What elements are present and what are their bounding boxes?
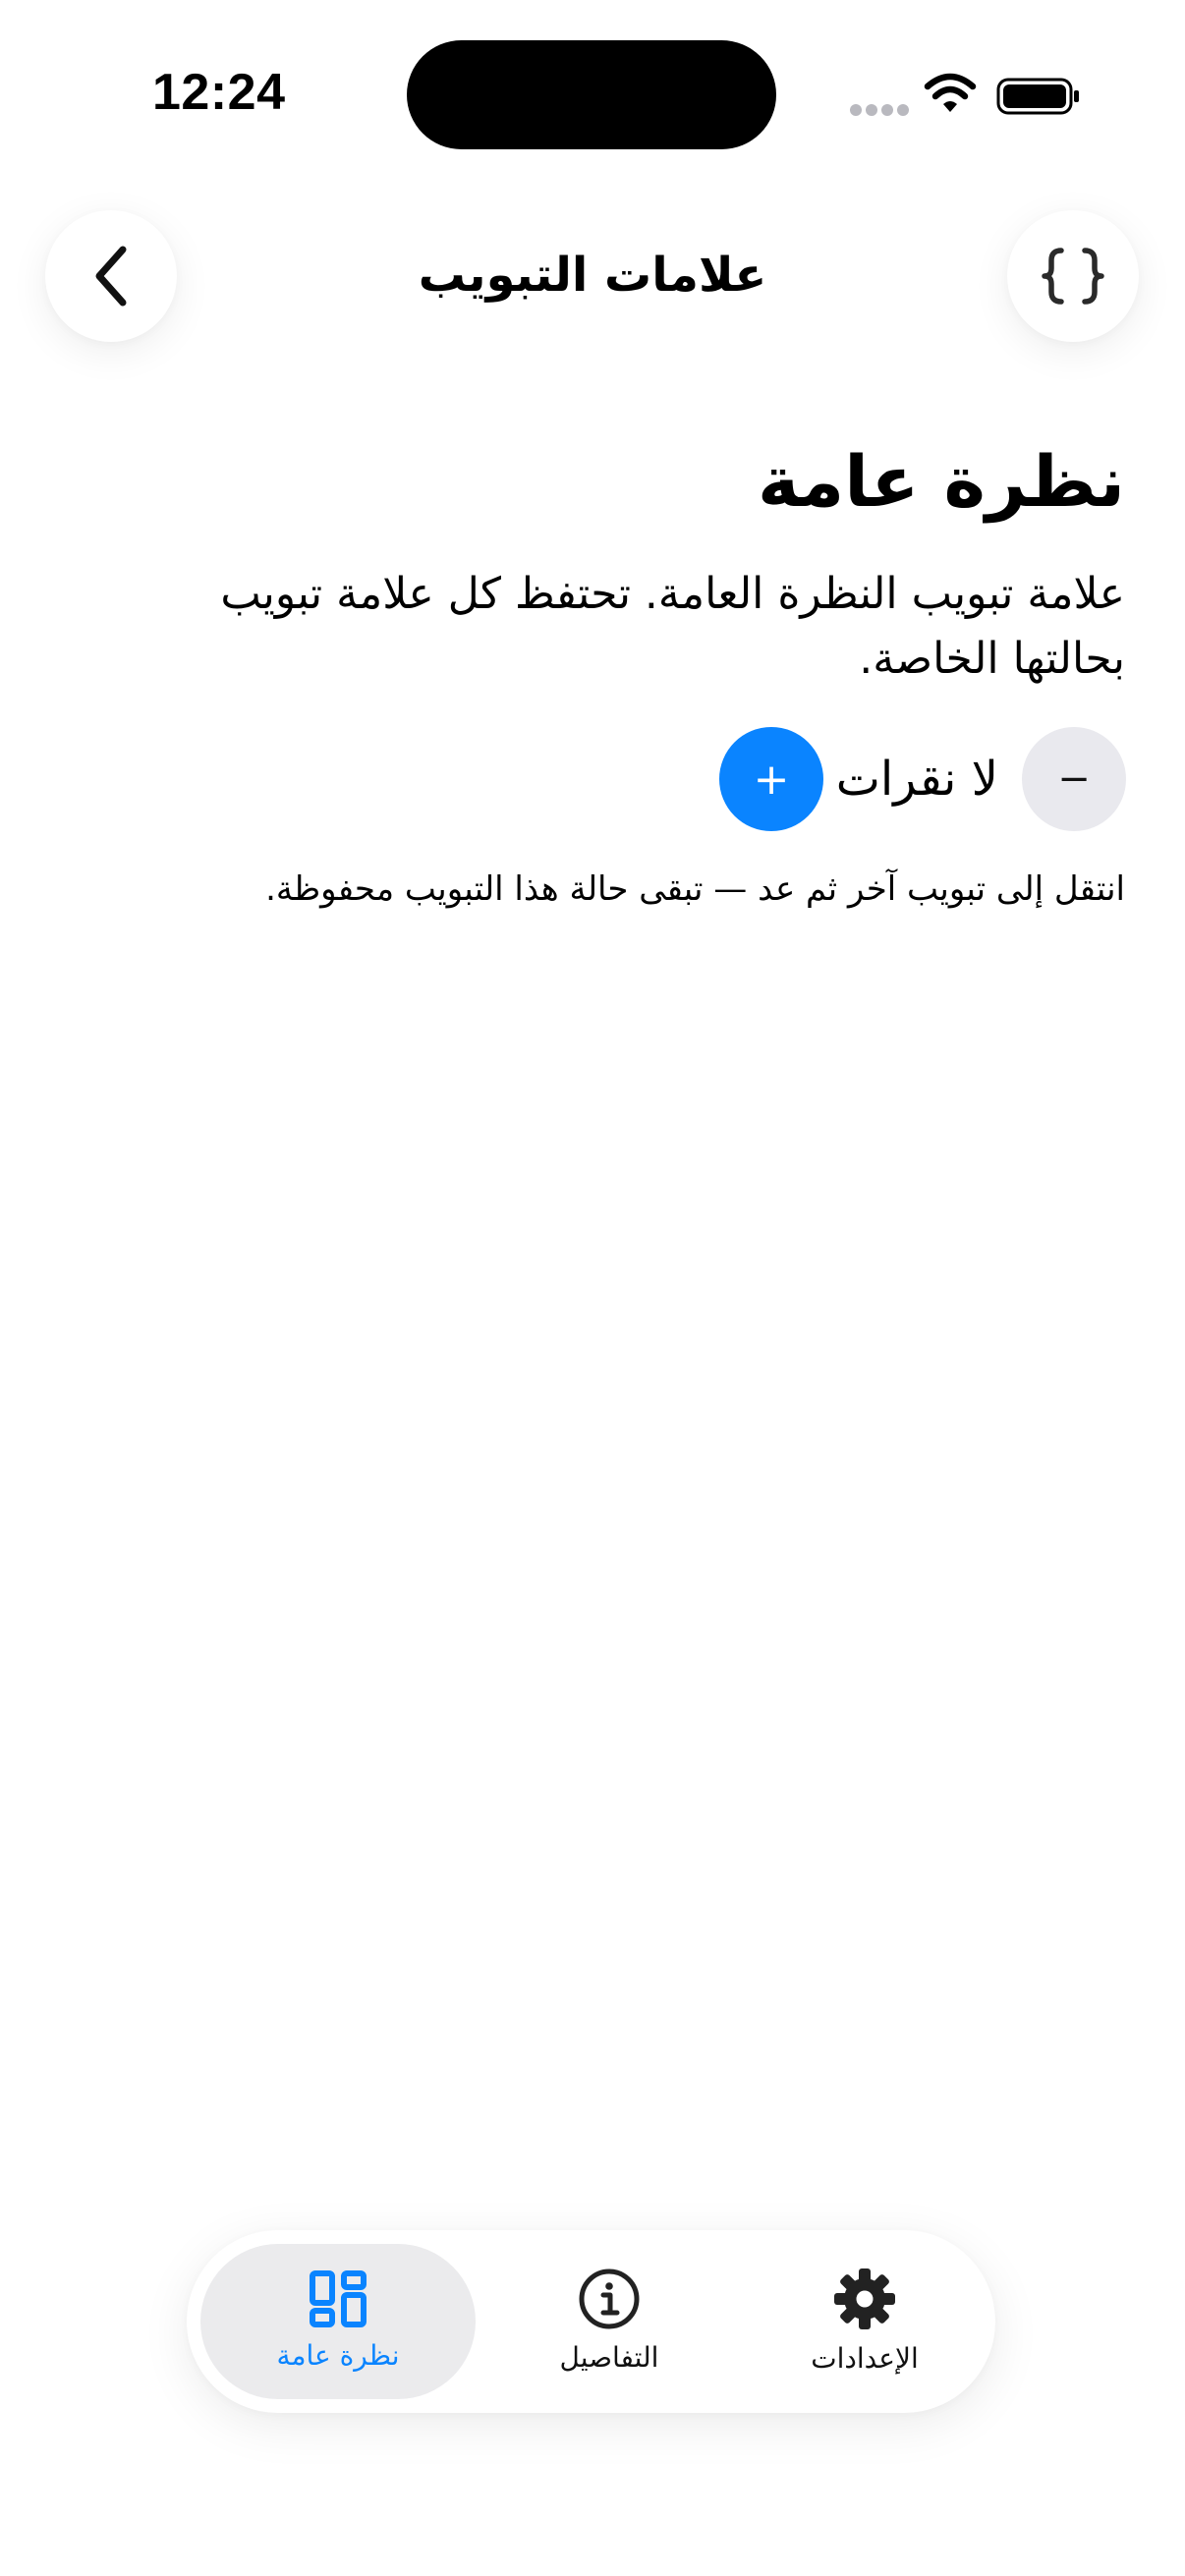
battery-icon (996, 78, 1079, 115)
tab-details[interactable]: التفاصيل (511, 2244, 707, 2399)
tab-overview-label: نظرة عامة (276, 2339, 400, 2372)
hint-text: انتقل إلى تبويب آخر ثم عد — تبقى حالة هذ… (265, 869, 1125, 909)
dynamic-island (407, 40, 776, 149)
nav-title: علامات التبويب (418, 248, 767, 303)
dashboard-grid-icon (310, 2270, 367, 2327)
status-time: 12:24 (152, 64, 286, 121)
decrement-button[interactable]: − (1022, 727, 1126, 831)
back-button[interactable] (45, 210, 177, 342)
counter-row: + لا نقرات − (688, 727, 1126, 831)
code-view-button[interactable] (1007, 210, 1139, 342)
counter-value: لا نقرات (835, 752, 998, 807)
chevron-left-icon (95, 246, 127, 307)
cellular-signal-icon (850, 104, 909, 116)
increment-button[interactable]: + (719, 727, 823, 831)
wifi-icon (924, 73, 977, 112)
page-description: علامة تبويب النظرة العامة. تحتفظ كل علام… (220, 569, 1125, 684)
tab-overview[interactable]: نظرة عامة (200, 2244, 476, 2399)
gear-icon (834, 2268, 895, 2329)
page-heading: نظرة عامة (758, 440, 1125, 523)
braces-icon (1042, 248, 1104, 305)
info-circle-icon (579, 2268, 640, 2329)
tab-bar: نظرة عامة التفاصيل الإعدادات (187, 2230, 995, 2413)
tab-settings-label: الإعدادات (811, 2342, 919, 2375)
tab-details-label: التفاصيل (559, 2341, 659, 2374)
tab-settings[interactable]: الإعدادات (766, 2244, 963, 2399)
